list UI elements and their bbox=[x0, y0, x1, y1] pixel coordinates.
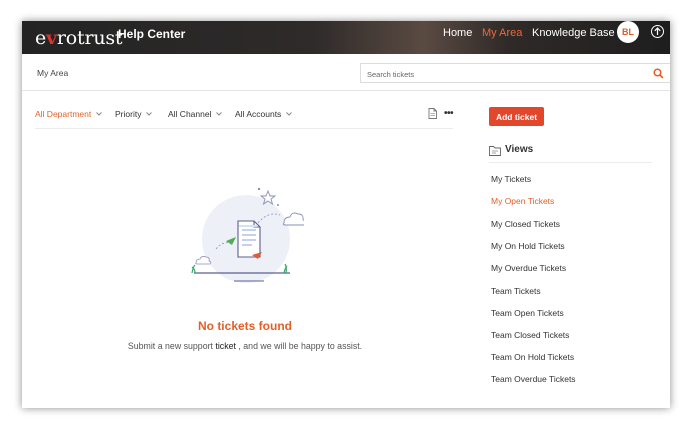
export-document-icon[interactable] bbox=[428, 108, 437, 119]
breadcrumb[interactable]: My Area bbox=[37, 68, 68, 78]
views-header: Views bbox=[489, 143, 652, 163]
empty-state-title: No tickets found bbox=[197, 319, 292, 333]
empty-state-message: Submit a new support ticket , and we wil… bbox=[22, 341, 468, 351]
evrotrust-logo[interactable]: evrotrust bbox=[35, 27, 123, 49]
channel-filter[interactable]: All Channel bbox=[168, 109, 223, 119]
view-my-tickets[interactable]: My Tickets bbox=[491, 174, 531, 184]
view-my-on-hold-tickets[interactable]: My On Hold Tickets bbox=[491, 241, 565, 251]
empty-state-ticket-link[interactable]: ticket bbox=[215, 341, 236, 351]
views-folder-icon bbox=[489, 146, 501, 156]
view-team-overdue-tickets[interactable]: Team Overdue Tickets bbox=[491, 374, 576, 384]
chevron-down-icon bbox=[146, 112, 153, 116]
add-ticket-button[interactable]: Add ticket bbox=[489, 107, 544, 126]
nav-knowledge-base-link[interactable]: Knowledge Base bbox=[532, 27, 615, 39]
chevron-down-icon bbox=[96, 112, 103, 116]
avatar[interactable]: BL bbox=[617, 21, 639, 43]
accounts-filter-label: All Accounts bbox=[235, 109, 282, 119]
channel-filter-label: All Channel bbox=[168, 109, 212, 119]
view-my-overdue-tickets[interactable]: My Overdue Tickets bbox=[491, 263, 566, 273]
view-my-open-tickets[interactable]: My Open Tickets bbox=[491, 196, 554, 206]
empty-state-text-after: , and we will be happy to assist. bbox=[235, 341, 363, 351]
priority-filter[interactable]: Priority bbox=[115, 109, 153, 119]
more-options-icon[interactable]: ••• bbox=[444, 108, 454, 119]
view-team-closed-tickets[interactable]: Team Closed Tickets bbox=[491, 330, 569, 340]
top-navigation-bar: evrotrust Help Center Home My Area Knowl… bbox=[22, 21, 670, 54]
views-title: Views bbox=[505, 144, 534, 155]
view-team-open-tickets[interactable]: Team Open Tickets bbox=[491, 308, 564, 318]
search-box[interactable] bbox=[360, 63, 670, 84]
nav-home-link[interactable]: Home bbox=[443, 27, 472, 39]
sub-header-bar: My Area bbox=[22, 54, 670, 91]
nav-my-area-link[interactable]: My Area bbox=[482, 27, 522, 39]
empty-state-text-before: Submit a new support bbox=[127, 341, 216, 351]
divider bbox=[35, 128, 453, 129]
department-filter-label: All Department bbox=[35, 109, 92, 119]
arrow-up-circle-icon[interactable] bbox=[651, 25, 664, 38]
accounts-filter[interactable]: All Accounts bbox=[235, 109, 293, 119]
search-icon[interactable] bbox=[653, 68, 664, 79]
help-center-window: evrotrust Help Center Home My Area Knowl… bbox=[22, 21, 670, 408]
help-center-title: Help Center bbox=[118, 27, 186, 41]
view-team-on-hold-tickets[interactable]: Team On Hold Tickets bbox=[491, 352, 574, 362]
chevron-down-icon bbox=[216, 112, 223, 116]
empty-tickets-illustration bbox=[191, 187, 304, 283]
view-my-closed-tickets[interactable]: My Closed Tickets bbox=[491, 219, 560, 229]
view-team-tickets[interactable]: Team Tickets bbox=[491, 286, 541, 296]
chevron-down-icon bbox=[286, 112, 293, 116]
priority-filter-label: Priority bbox=[115, 109, 142, 119]
search-input[interactable] bbox=[361, 65, 641, 84]
department-filter[interactable]: All Department bbox=[35, 109, 103, 119]
